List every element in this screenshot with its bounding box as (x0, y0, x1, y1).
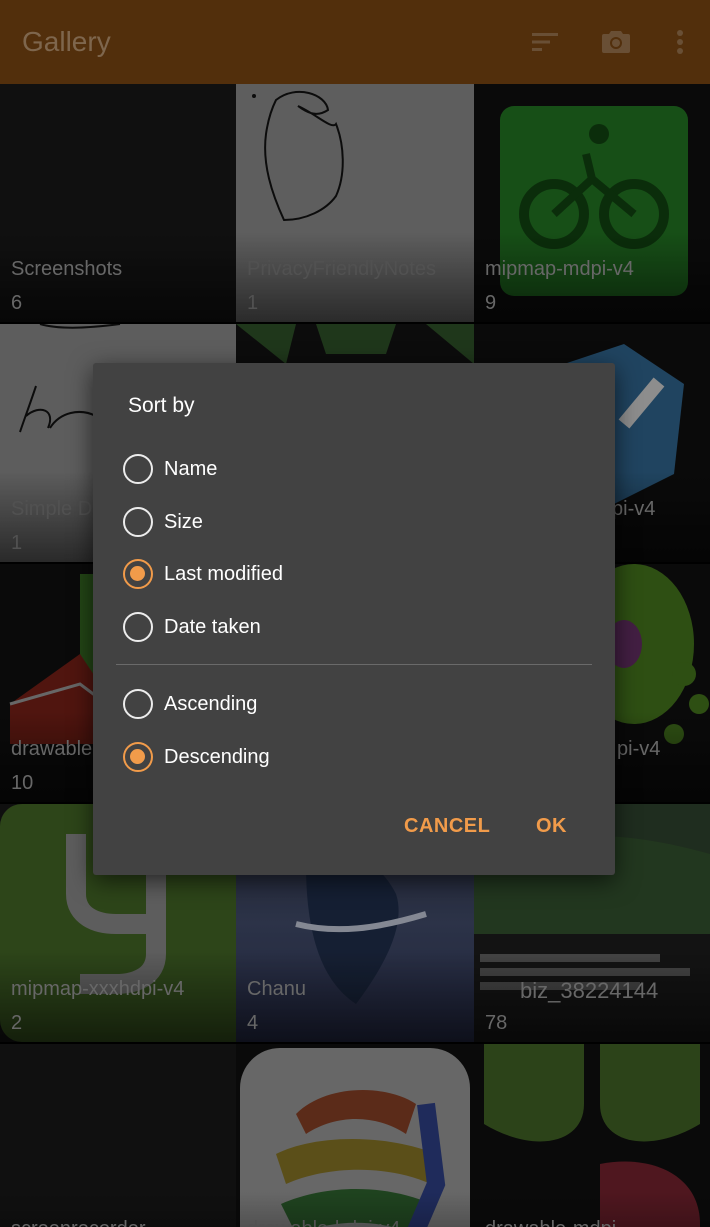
radio-button-checked[interactable] (123, 559, 153, 589)
order-option-descending[interactable]: Descending (123, 737, 270, 777)
option-label: Last modified (164, 562, 283, 585)
radio-button[interactable] (123, 454, 153, 484)
sort-option-last-modified[interactable]: Last modified (123, 554, 283, 594)
radio-button[interactable] (123, 612, 153, 642)
cancel-button[interactable]: CANCEL (404, 815, 490, 838)
sort-option-date-taken[interactable]: Date taken (123, 607, 261, 647)
order-option-ascending[interactable]: Ascending (123, 684, 257, 724)
sort-dialog: Sort by Name Size Last modified Date tak… (93, 363, 615, 875)
option-label: Date taken (164, 615, 261, 638)
option-label: Ascending (164, 692, 258, 715)
dialog-divider (116, 664, 592, 665)
ok-button[interactable]: OK (536, 815, 567, 838)
option-label: Name (164, 457, 218, 480)
sort-option-size[interactable]: Size (123, 502, 203, 542)
radio-button-checked[interactable] (123, 742, 153, 772)
option-label: Size (164, 510, 203, 533)
radio-button[interactable] (123, 507, 153, 537)
sort-option-name[interactable]: Name (123, 449, 217, 489)
dialog-title: Sort by (128, 394, 195, 417)
radio-button[interactable] (123, 689, 153, 719)
option-label: Descending (164, 745, 270, 768)
